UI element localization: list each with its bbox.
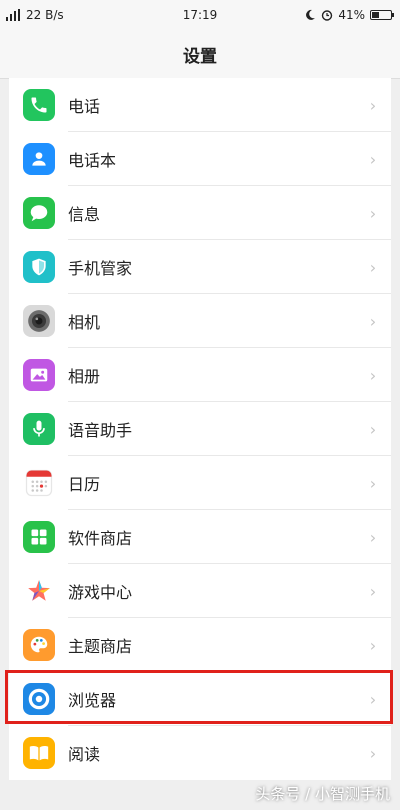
contacts-icon [23, 143, 55, 175]
battery-icon [370, 10, 394, 20]
phone-icon [23, 89, 55, 121]
battery-percent: 41% [338, 8, 365, 22]
chevron-right-icon: › [369, 581, 377, 601]
settings-item-1[interactable]: 电话本 › [9, 132, 391, 186]
camera-icon [23, 305, 55, 337]
settings-item-5[interactable]: 相册 › [9, 348, 391, 402]
settings-item-label: 电话本 [68, 151, 117, 170]
settings-item-4[interactable]: 相机 › [9, 294, 391, 348]
shield-icon [23, 251, 55, 283]
settings-item-label: 阅读 [68, 745, 101, 764]
moon-icon [306, 9, 316, 20]
book-icon [23, 737, 55, 769]
nav-bar: 设置 [0, 30, 400, 79]
settings-item-2[interactable]: 信息 › [9, 186, 391, 240]
settings-item-3[interactable]: 手机管家 › [9, 240, 391, 294]
gallery-icon [23, 359, 55, 391]
settings-item-10[interactable]: 主题商店 › [9, 618, 391, 672]
settings-item-label: 信息 [68, 205, 101, 224]
chevron-right-icon: › [369, 473, 377, 493]
settings-item-label: 相机 [68, 313, 101, 332]
chevron-right-icon: › [369, 743, 377, 763]
message-icon [23, 197, 55, 229]
chevron-right-icon: › [369, 203, 377, 223]
watermark: 头条号 / 小智测手机 [255, 785, 390, 803]
page-title: 设置 [183, 47, 217, 67]
settings-item-label: 主题商店 [68, 637, 133, 656]
chevron-right-icon: › [369, 311, 377, 331]
app-store-icon [23, 521, 55, 553]
chevron-right-icon: › [369, 635, 377, 655]
settings-item-label: 游戏中心 [68, 583, 133, 602]
chevron-right-icon: › [369, 149, 377, 169]
status-bar: 22 B/s 17:19 41% [0, 0, 400, 30]
settings-item-label: 相册 [68, 367, 101, 386]
settings-item-9[interactable]: 游戏中心 › [9, 564, 391, 618]
settings-list: 电话 › 电话本 › 信息 › 手机管家 › 相机 › 相册 › 语音助手 › 日历 › 软件商店 › 游戏中心 › 主… [9, 78, 391, 780]
battery-fill [372, 12, 379, 18]
settings-item-label: 软件商店 [68, 529, 133, 548]
settings-item-12[interactable]: 阅读 › [9, 726, 391, 780]
settings-item-6[interactable]: 语音助手 › [9, 402, 391, 456]
settings-item-11[interactable]: 浏览器 › [9, 672, 391, 726]
chevron-right-icon: › [369, 689, 377, 709]
chevron-right-icon: › [369, 257, 377, 277]
status-right: 41% [304, 8, 394, 22]
settings-item-7[interactable]: 日历 › [9, 456, 391, 510]
settings-item-label: 手机管家 [68, 259, 133, 278]
palette-icon [23, 629, 55, 661]
settings-item-0[interactable]: 电话 › [9, 78, 391, 132]
game-center-icon [23, 575, 55, 607]
chevron-right-icon: › [369, 365, 377, 385]
settings-item-label: 语音助手 [68, 421, 133, 440]
settings-item-label: 日历 [68, 475, 101, 494]
calendar-icon [23, 467, 55, 499]
chevron-right-icon: › [369, 527, 377, 547]
microphone-icon [23, 413, 55, 445]
alarm-icon [322, 10, 333, 21]
chevron-right-icon: › [369, 419, 377, 439]
settings-item-label: 电话 [68, 97, 101, 116]
browser-icon [23, 683, 55, 715]
chevron-right-icon: › [369, 95, 377, 115]
settings-item-8[interactable]: 软件商店 › [9, 510, 391, 564]
settings-item-label: 浏览器 [68, 691, 117, 710]
